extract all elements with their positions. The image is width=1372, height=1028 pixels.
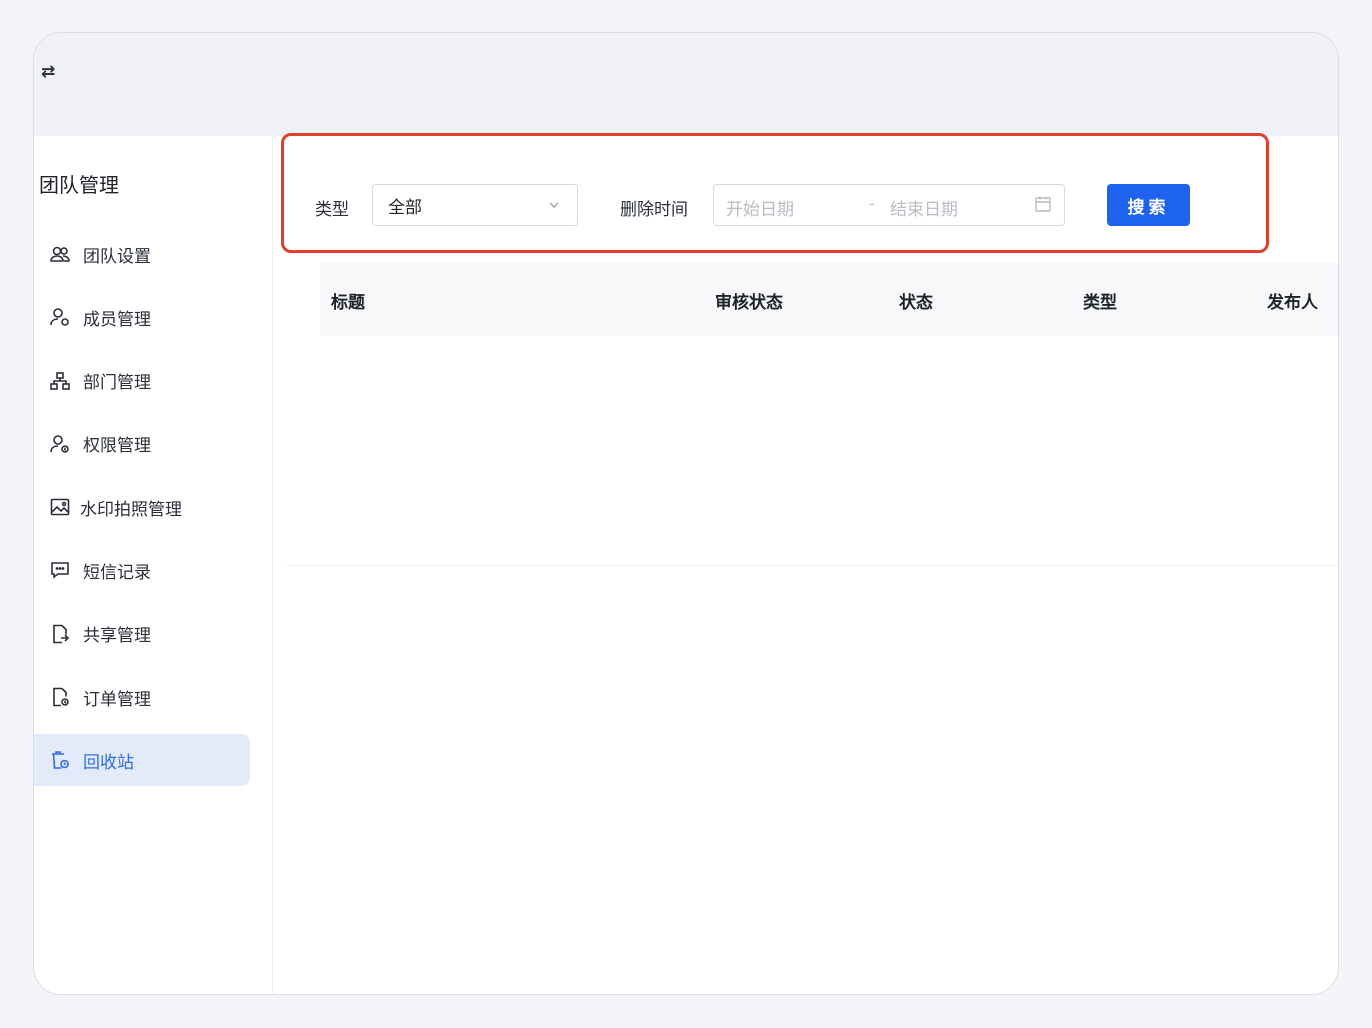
sidebar-item-watermark[interactable]: 水印拍照管理 bbox=[34, 481, 250, 533]
sidebar-item-label: 水印拍照管理 bbox=[80, 499, 182, 520]
sidebar-menu: 团队设置 成员管理 部门管理 权限管理 水印拍照管理 短信记录 共享管理 订单管… bbox=[34, 228, 273, 798]
date-range-separator: - bbox=[869, 194, 875, 213]
delete-date-range[interactable]: 开始日期 - 结束日期 bbox=[713, 184, 1065, 226]
type-select[interactable]: 全部 bbox=[372, 184, 578, 226]
type-select-value: 全部 bbox=[388, 197, 422, 218]
top-bar: ⇄ bbox=[34, 33, 1338, 136]
team-icon bbox=[49, 243, 71, 265]
sidebar-item-label: 短信记录 bbox=[83, 562, 151, 583]
search-button[interactable]: 搜索 bbox=[1107, 184, 1190, 226]
type-filter-label: 类型 bbox=[315, 200, 349, 220]
sidebar-item-label: 订单管理 bbox=[83, 689, 151, 710]
sidebar-item-label: 回收站 bbox=[83, 752, 134, 773]
table-header: 标题 审核状态 状态 类型 发布人 bbox=[320, 263, 1338, 336]
order-file-icon bbox=[49, 686, 71, 708]
end-date-input[interactable]: 结束日期 bbox=[890, 195, 958, 220]
member-icon bbox=[49, 306, 71, 328]
org-chart-icon bbox=[49, 370, 71, 392]
recycle-bin-icon bbox=[49, 749, 71, 771]
sidebar: 团队管理 团队设置 成员管理 部门管理 权限管理 水印拍照管理 短信记录 共享管… bbox=[34, 136, 273, 994]
sidebar-item-sharing[interactable]: 共享管理 bbox=[34, 608, 250, 660]
sidebar-item-recycle-bin[interactable]: 回收站 bbox=[34, 734, 250, 787]
swap-arrows-icon[interactable]: ⇄ bbox=[41, 61, 59, 83]
start-date-input[interactable]: 开始日期 bbox=[726, 195, 794, 220]
sidebar-item-label: 权限管理 bbox=[83, 436, 151, 457]
column-header-publisher: 发布人 bbox=[1267, 293, 1318, 313]
column-header-review-status: 审核状态 bbox=[715, 293, 783, 313]
column-header-title: 标题 bbox=[331, 293, 365, 313]
column-header-type: 类型 bbox=[1083, 293, 1117, 313]
table-divider bbox=[286, 565, 1338, 566]
app-window: ⇄ 团队管理 团队设置 成员管理 部门管理 权限管理 水印拍照管理 短信记录 共… bbox=[33, 32, 1339, 995]
main-content: 类型 全部 删除时间 开始日期 - 结束日期 搜索 标题 审核状态 状态 类型 … bbox=[274, 133, 1338, 994]
sidebar-item-sms[interactable]: 短信记录 bbox=[34, 544, 250, 596]
calendar-icon bbox=[1034, 195, 1052, 217]
sidebar-item-label: 团队设置 bbox=[83, 246, 151, 267]
watermark-photo-icon bbox=[49, 496, 71, 518]
sidebar-item-label: 共享管理 bbox=[83, 626, 151, 647]
sidebar-item-permissions[interactable]: 权限管理 bbox=[34, 418, 250, 470]
sidebar-item-label: 成员管理 bbox=[83, 309, 151, 330]
sidebar-title: 团队管理 bbox=[39, 173, 119, 197]
share-file-icon bbox=[49, 623, 71, 645]
permission-icon bbox=[49, 433, 71, 455]
sidebar-item-departments[interactable]: 部门管理 bbox=[34, 355, 250, 407]
delete-time-label: 删除时间 bbox=[620, 200, 688, 220]
sidebar-item-members[interactable]: 成员管理 bbox=[34, 291, 250, 343]
sidebar-item-team-settings[interactable]: 团队设置 bbox=[34, 228, 250, 280]
column-header-status: 状态 bbox=[899, 293, 933, 313]
chevron-down-icon bbox=[547, 197, 561, 216]
sidebar-item-label: 部门管理 bbox=[83, 373, 151, 394]
sms-icon bbox=[49, 559, 71, 581]
sidebar-item-orders[interactable]: 订单管理 bbox=[34, 671, 250, 723]
